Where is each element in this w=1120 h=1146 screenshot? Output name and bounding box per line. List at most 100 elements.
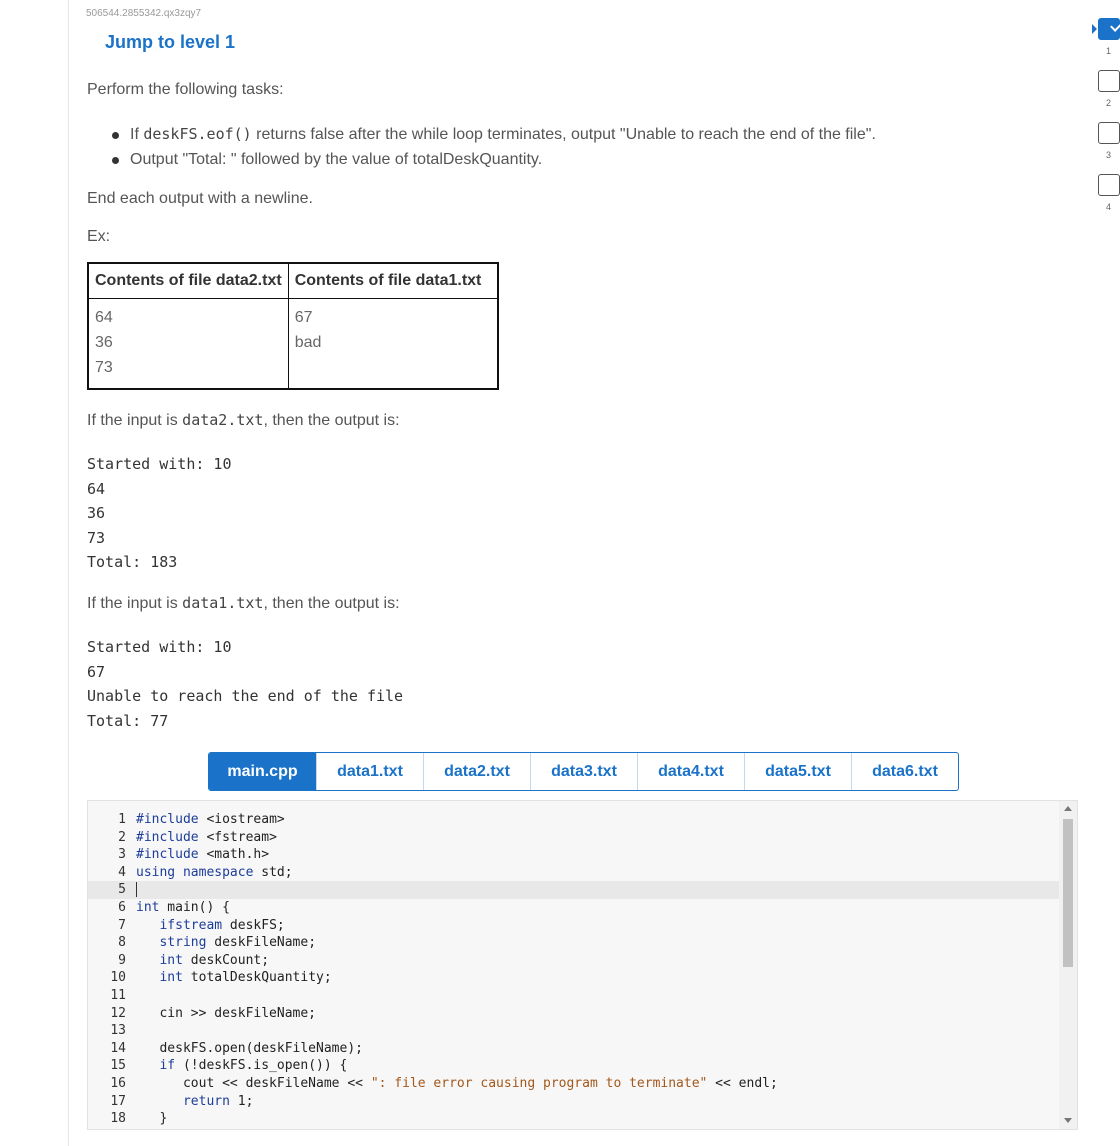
code-line[interactable]: 14 deskFS.open(deskFileName); xyxy=(88,1040,1068,1058)
code-line[interactable]: 16 cout << deskFileName << ": file error… xyxy=(88,1075,1068,1093)
code-text[interactable] xyxy=(136,881,137,899)
level-checkbox[interactable] xyxy=(1098,174,1120,196)
table-header: Contents of file data2.txt xyxy=(87,262,289,299)
code-lines[interactable]: 1 #include <iostream> 2 #include <fstream> 3… xyxy=(88,811,1077,1128)
level-number: 2 xyxy=(1106,98,1112,108)
level-number: 1 xyxy=(1106,46,1112,56)
scroll-up-icon[interactable] xyxy=(1064,806,1072,811)
code-line[interactable]: 7 ifstream deskFS; xyxy=(88,917,1068,935)
level-4[interactable]: 4 xyxy=(1092,174,1120,226)
left-divider xyxy=(68,0,69,1146)
line-number: 15 xyxy=(110,1058,126,1074)
line-number: 3 xyxy=(118,847,126,863)
code-line[interactable]: 17 return 1; xyxy=(88,1093,1068,1111)
tab-data2[interactable]: data2.txt xyxy=(423,753,530,790)
line-number: 16 xyxy=(110,1075,126,1091)
tab-data4[interactable]: data4.txt xyxy=(637,753,744,790)
jump-to-level-link[interactable]: Jump to level 1 xyxy=(105,32,235,53)
code-line[interactable]: 3 #include <math.h> xyxy=(88,846,1068,864)
code-text[interactable]: int totalDeskQuantity; xyxy=(136,969,331,987)
line-number: 7 xyxy=(118,917,126,933)
code-text[interactable]: #include <fstream> xyxy=(136,829,277,847)
level-indicator: 1 2 3 4 xyxy=(1092,18,1120,226)
level-1[interactable]: 1 xyxy=(1092,18,1120,70)
code-line[interactable]: 10 int totalDeskQuantity; xyxy=(88,969,1068,987)
code-text[interactable]: if (!deskFS.is_open()) { xyxy=(136,1057,347,1075)
line-number: 5 xyxy=(118,882,126,898)
example1-text: If the input is data2.txt, then the outp… xyxy=(87,411,400,429)
scroll-thumb[interactable] xyxy=(1063,819,1073,967)
code-line[interactable]: 9 int deskCount; xyxy=(88,952,1068,970)
checkmark-icon xyxy=(1110,19,1120,32)
active-line-highlight xyxy=(88,881,1077,899)
line-number: 10 xyxy=(110,970,126,986)
task-list: If deskFS.eof() returns false after the … xyxy=(110,122,876,172)
line-number: 12 xyxy=(110,1005,126,1021)
line-number: 17 xyxy=(110,1093,126,1109)
intro-text: Perform the following tasks: xyxy=(87,81,284,98)
tab-data5[interactable]: data5.txt xyxy=(744,753,851,790)
line-number: 1 xyxy=(118,812,126,827)
tab-data1[interactable]: data1.txt xyxy=(316,753,423,790)
tab-data3[interactable]: data3.txt xyxy=(530,753,637,790)
code-line[interactable]: 2 #include <fstream> xyxy=(88,829,1068,847)
code-line[interactable]: 4 using namespace std; xyxy=(88,864,1068,882)
code-line[interactable]: 12 cin >> deskFileName; xyxy=(88,1005,1068,1023)
editor-scrollbar[interactable] xyxy=(1059,801,1077,1129)
tab-data6[interactable]: data6.txt xyxy=(851,753,958,790)
level-3[interactable]: 3 xyxy=(1092,122,1120,174)
level-number: 3 xyxy=(1106,150,1112,160)
problem-id: 506544.2855342.qx3zqy7 xyxy=(86,8,202,19)
level-checkbox[interactable] xyxy=(1098,18,1120,40)
code-text[interactable]: ifstream deskFS; xyxy=(136,917,284,935)
code-line[interactable]: 11 xyxy=(88,987,1068,1005)
line-number: 14 xyxy=(110,1040,126,1056)
line-number: 2 xyxy=(118,829,126,845)
code-line[interactable]: 6 int main() { xyxy=(88,899,1068,917)
example2-text: If the input is data1.txt, then the outp… xyxy=(87,594,400,612)
current-level-pointer-icon xyxy=(1092,24,1097,34)
code-text[interactable]: cin >> deskFileName; xyxy=(136,1005,316,1023)
code-line[interactable]: 8 string deskFileName; xyxy=(88,934,1068,952)
level-number: 4 xyxy=(1106,202,1112,212)
scroll-down-icon[interactable] xyxy=(1064,1118,1072,1123)
code-text[interactable]: } xyxy=(136,1110,167,1128)
code-text[interactable]: string deskFileName; xyxy=(136,934,316,952)
tab-main-cpp[interactable]: main.cpp xyxy=(209,753,316,790)
line-number: 8 xyxy=(118,935,126,951)
file-contents-table: Contents of file data2.txt Contents of f… xyxy=(87,262,500,390)
level-checkbox[interactable] xyxy=(1098,122,1120,144)
example2-output: Started with: 10 67 Unable to reach the … xyxy=(87,638,404,730)
code-text[interactable]: #include <iostream> xyxy=(136,811,285,829)
code-text[interactable]: deskFS.open(deskFileName); xyxy=(136,1040,363,1058)
table-cell-data2: 64 36 73 xyxy=(87,297,289,389)
code-line[interactable]: 13 xyxy=(88,1022,1068,1040)
code-editor[interactable]: 1 #include <iostream> 2 #include <fstream> 3… xyxy=(87,800,1078,1130)
code-line[interactable]: 1 #include <iostream> xyxy=(88,811,1068,829)
text-cursor xyxy=(136,882,137,898)
example-label: Ex: xyxy=(87,228,111,245)
code-text[interactable]: int main() { xyxy=(136,899,230,917)
line-number: 9 xyxy=(118,952,126,968)
line-number: 6 xyxy=(118,899,126,915)
table-header: Contents of file data1.txt xyxy=(287,262,499,299)
code-text[interactable]: #include <math.h> xyxy=(136,846,269,864)
line-number: 11 xyxy=(110,987,126,1003)
code-text[interactable]: return 1; xyxy=(136,1093,253,1111)
table-cell-data1: 67 bad xyxy=(287,297,499,389)
file-tabs: main.cpp data1.txt data2.txt data3.txt d… xyxy=(208,752,959,791)
end-note: End each output with a newline. xyxy=(87,190,313,207)
code-line[interactable]: 5 xyxy=(88,881,1077,899)
line-number: 13 xyxy=(110,1023,126,1039)
code-text[interactable]: cout << deskFileName << ": file error ca… xyxy=(136,1075,778,1093)
code-line[interactable]: 18 } xyxy=(88,1110,1068,1128)
code-line[interactable]: 15 if (!deskFS.is_open()) { xyxy=(88,1057,1068,1075)
code-text[interactable]: int deskCount; xyxy=(136,952,269,970)
line-number: 18 xyxy=(110,1111,126,1127)
line-number: 4 xyxy=(118,864,126,880)
task-item: Output "Total: " followed by the value o… xyxy=(110,147,876,172)
task-item: If deskFS.eof() returns false after the … xyxy=(110,122,876,147)
level-2[interactable]: 2 xyxy=(1092,70,1120,122)
level-checkbox[interactable] xyxy=(1098,70,1120,92)
code-text[interactable]: using namespace std; xyxy=(136,864,293,882)
